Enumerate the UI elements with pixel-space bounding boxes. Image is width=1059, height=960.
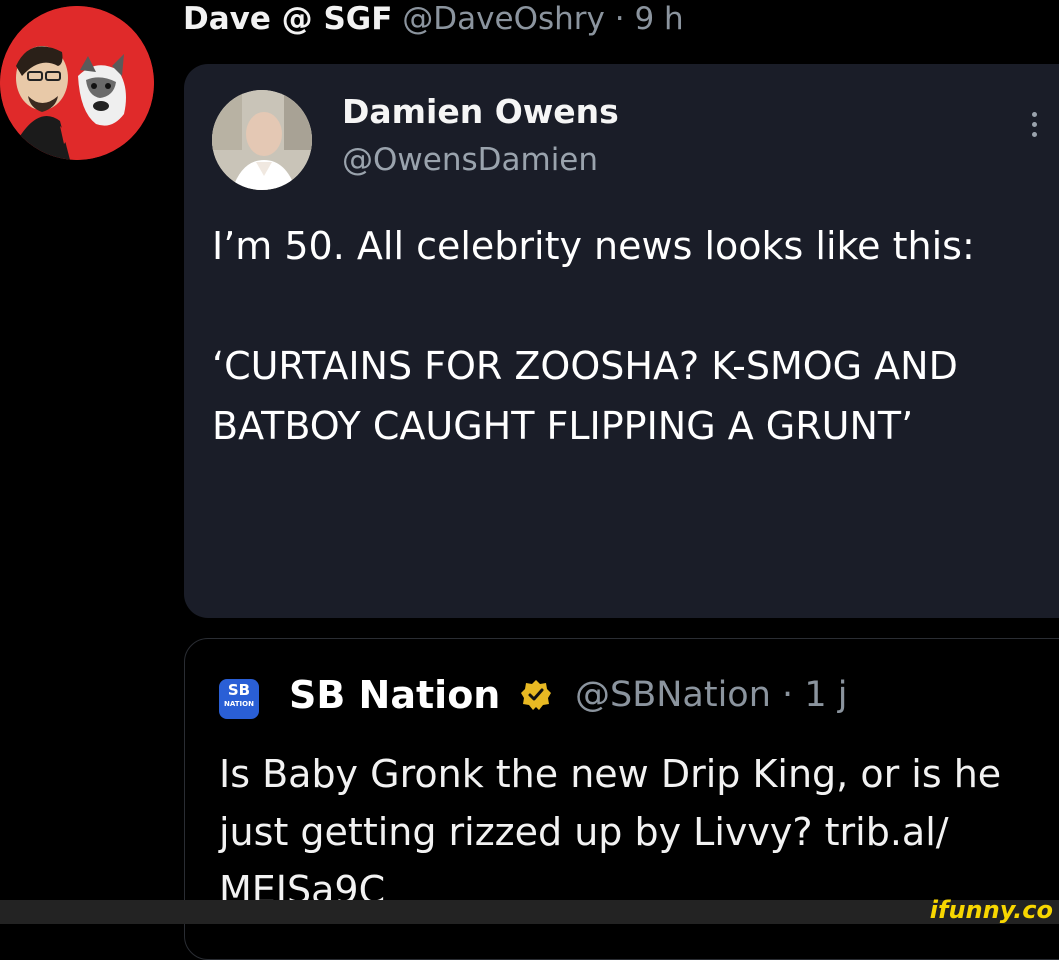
damien-avatar-photo (212, 90, 312, 190)
more-icon[interactable] (1032, 112, 1038, 142)
author-name[interactable]: Dave @ SGF (183, 1, 392, 37)
tweet-header: Dave @ SGF @DaveOshry · 9 h (183, 0, 684, 38)
author-handle[interactable]: @DaveOshry (402, 1, 605, 37)
dave-avatar[interactable] (0, 6, 154, 160)
footer-bar (0, 900, 1059, 924)
dave-avatar-illustration (0, 6, 154, 160)
sb-nation-logo[interactable]: SB NATION (219, 679, 259, 719)
quoted-author-name[interactable]: Damien Owens (342, 92, 619, 131)
nested-separator: · (782, 675, 794, 715)
ifunny-watermark: ifunny.co (929, 896, 1053, 924)
quoted-tweet-card[interactable]: Damien Owens @OwensDamien I’m 50. All ce… (184, 64, 1059, 618)
nested-timestamp[interactable]: 1 j (804, 675, 847, 715)
sb-logo-text: SB (227, 681, 251, 699)
damien-avatar[interactable] (212, 90, 312, 190)
quoted-text-line2: ‘CURTAINS FOR ZOOSHA? K-SMOG AND BATBOY … (212, 344, 958, 448)
sb-logo-sub: NATION (224, 700, 254, 708)
nested-meta: @SBNation · 1 j (575, 675, 847, 715)
quoted-text-line1: I’m 50. All celebrity news looks like th… (212, 224, 975, 268)
separator-dot: · (614, 1, 625, 37)
nested-tweet-text: Is Baby Gronk the new Drip King, or is h… (219, 752, 1002, 912)
timestamp[interactable]: 9 h (634, 1, 683, 37)
nested-author-name-wrap: SB Nation (289, 673, 552, 717)
nested-author-handle[interactable]: @SBNation (575, 675, 771, 715)
quoted-tweet-text: I’m 50. All celebrity news looks like th… (212, 216, 1059, 456)
nested-author-name[interactable]: SB Nation (289, 673, 500, 717)
quoted-author-handle[interactable]: @OwensDamien (342, 142, 598, 178)
verified-badge-icon (520, 680, 551, 710)
